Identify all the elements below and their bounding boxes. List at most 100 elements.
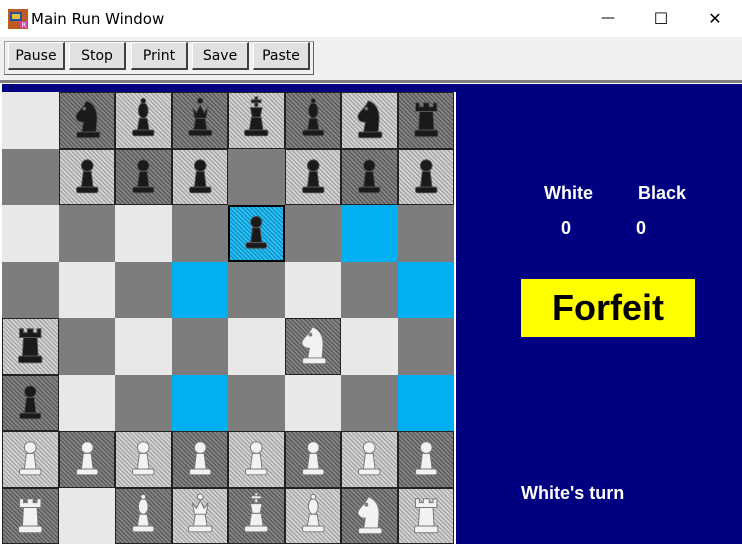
forfeit-button[interactable]: Forfeit	[521, 279, 695, 337]
square-e2[interactable]	[228, 431, 285, 488]
square-f4[interactable]	[284, 318, 341, 375]
black-pawn-icon[interactable]	[399, 150, 454, 205]
square-f8[interactable]	[284, 92, 341, 149]
square-g3[interactable]	[341, 374, 398, 431]
square-e4[interactable]	[228, 318, 285, 375]
square-c6[interactable]	[115, 205, 172, 262]
black-pawn-icon[interactable]	[286, 150, 341, 205]
minimize-button[interactable]: —	[585, 0, 631, 36]
square-f7[interactable]	[284, 148, 341, 205]
stop-button[interactable]: Stop	[69, 42, 126, 70]
square-d1[interactable]	[171, 487, 228, 544]
square-f2[interactable]	[284, 431, 341, 488]
square-a3[interactable]	[2, 374, 59, 431]
square-d6[interactable]	[171, 205, 228, 262]
square-d2[interactable]	[171, 431, 228, 488]
square-a6[interactable]	[2, 205, 59, 262]
square-h1[interactable]	[397, 487, 454, 544]
save-button[interactable]: Save	[192, 42, 249, 70]
square-b1[interactable]	[58, 487, 115, 544]
square-f5[interactable]	[284, 261, 341, 318]
square-c8[interactable]	[115, 92, 172, 149]
black-knight-icon[interactable]	[342, 93, 397, 148]
white-rook-icon[interactable]	[3, 489, 58, 544]
square-b5[interactable]	[58, 261, 115, 318]
square-c7[interactable]	[115, 148, 172, 205]
black-rook-icon[interactable]	[399, 93, 454, 148]
white-knight-icon[interactable]	[286, 319, 341, 374]
print-button[interactable]: Print	[131, 42, 188, 70]
square-h8[interactable]	[397, 92, 454, 149]
black-rook-icon[interactable]	[3, 319, 58, 374]
square-a8[interactable]	[2, 92, 59, 149]
square-f1[interactable]	[284, 487, 341, 544]
square-g6-move-target[interactable]	[341, 205, 398, 262]
square-c5[interactable]	[115, 261, 172, 318]
square-c2[interactable]	[115, 431, 172, 488]
white-pawn-icon[interactable]	[229, 432, 284, 487]
square-d4[interactable]	[171, 318, 228, 375]
square-e8[interactable]	[228, 92, 285, 149]
square-h3-move-target[interactable]	[397, 374, 454, 431]
pause-button[interactable]: Pause	[8, 42, 65, 70]
square-g4[interactable]	[341, 318, 398, 375]
white-bishop-icon[interactable]	[286, 489, 341, 544]
square-g8[interactable]	[341, 92, 398, 149]
chess-board[interactable]	[2, 92, 456, 544]
square-b2[interactable]	[58, 431, 115, 488]
black-pawn-icon[interactable]	[230, 207, 283, 260]
square-b4[interactable]	[58, 318, 115, 375]
white-king-icon[interactable]	[229, 489, 284, 544]
square-c1[interactable]	[115, 487, 172, 544]
square-b7[interactable]	[58, 148, 115, 205]
square-h6[interactable]	[397, 205, 454, 262]
square-h4[interactable]	[397, 318, 454, 375]
square-e7[interactable]	[228, 148, 285, 205]
white-rook-icon[interactable]	[399, 489, 454, 544]
square-e3[interactable]	[228, 374, 285, 431]
square-e1[interactable]	[228, 487, 285, 544]
white-pawn-icon[interactable]	[342, 432, 397, 487]
square-a4[interactable]	[2, 318, 59, 375]
white-pawn-icon[interactable]	[60, 432, 115, 487]
square-b3[interactable]	[58, 374, 115, 431]
black-queen-icon[interactable]	[173, 93, 228, 148]
white-queen-icon[interactable]	[173, 489, 228, 544]
square-d8[interactable]	[171, 92, 228, 149]
square-a7[interactable]	[2, 148, 59, 205]
square-g5[interactable]	[341, 261, 398, 318]
square-a1[interactable]	[2, 487, 59, 544]
black-pawn-icon[interactable]	[116, 150, 171, 205]
square-h5-move-target[interactable]	[397, 261, 454, 318]
black-knight-icon[interactable]	[60, 93, 115, 148]
black-king-icon[interactable]	[229, 93, 284, 148]
square-d3-move-target[interactable]	[171, 374, 228, 431]
white-pawn-icon[interactable]	[173, 432, 228, 487]
black-pawn-icon[interactable]	[342, 150, 397, 205]
square-f6[interactable]	[284, 205, 341, 262]
black-pawn-icon[interactable]	[3, 376, 58, 431]
square-e6[interactable]	[228, 205, 285, 262]
white-pawn-icon[interactable]	[3, 432, 58, 487]
white-pawn-icon[interactable]	[286, 432, 341, 487]
white-pawn-icon[interactable]	[116, 432, 171, 487]
maximize-button[interactable]: ☐	[638, 0, 684, 36]
paste-button[interactable]: Paste	[253, 42, 310, 70]
square-g7[interactable]	[341, 148, 398, 205]
square-e5[interactable]	[228, 261, 285, 318]
white-knight-icon[interactable]	[342, 489, 397, 544]
close-button[interactable]: ✕	[692, 0, 738, 36]
square-h2[interactable]	[397, 431, 454, 488]
square-d5-move-target[interactable]	[171, 261, 228, 318]
black-bishop-icon[interactable]	[116, 93, 171, 148]
square-b6[interactable]	[58, 205, 115, 262]
square-c4[interactable]	[115, 318, 172, 375]
square-h7[interactable]	[397, 148, 454, 205]
black-bishop-icon[interactable]	[286, 93, 341, 148]
square-a2[interactable]	[2, 431, 59, 488]
square-g2[interactable]	[341, 431, 398, 488]
square-d7[interactable]	[171, 148, 228, 205]
square-a5[interactable]	[2, 261, 59, 318]
square-g1[interactable]	[341, 487, 398, 544]
square-b8[interactable]	[58, 92, 115, 149]
